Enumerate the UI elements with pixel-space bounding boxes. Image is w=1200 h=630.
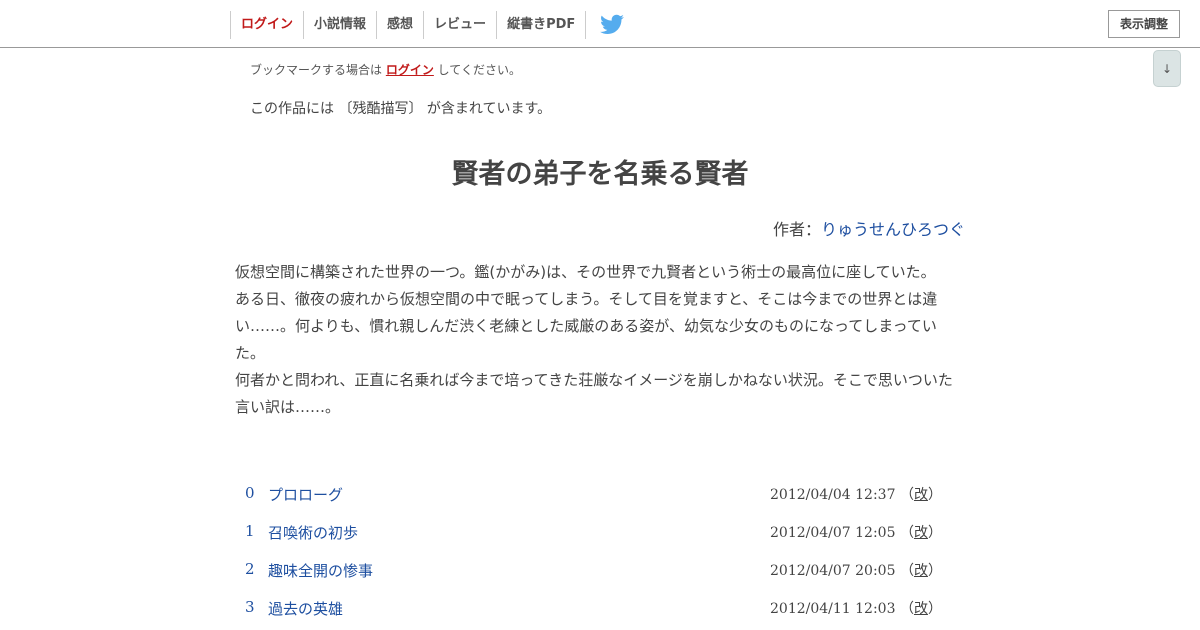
chapter-number: 1 [245,522,255,540]
summary-paragraph: ある日、徹夜の疲れから仮想空間の中で眠ってしまう。そして目を覚ますと、そこは今ま… [235,290,938,362]
bookmark-login-link[interactable]: ログイン [386,63,434,77]
display-settings-button[interactable]: 表示調整 [1108,10,1180,38]
chapter-row: 1 召喚術の初歩 2012/04/07 12:05 （改） [235,512,965,550]
chapter-title-link[interactable]: 召喚術の初歩 [268,522,358,543]
chapter-number: 3 [245,598,255,616]
chapter-row: 0 プロローグ 2012/04/04 12:37 （改） [235,474,965,512]
chapter-revised-link[interactable]: 改 [914,525,928,541]
summary-paragraph: 何者かと問われ、正直に名乗れば今まで培ってきた荘厳なイメージを崩しかねない状況。… [235,371,953,416]
author-link[interactable]: りゅうせんひろつぐ [821,220,965,239]
chapter-title-link[interactable]: 過去の英雄 [268,598,343,619]
chapter-revised-link[interactable]: 改 [914,601,928,617]
chapter-title-link[interactable]: 趣味全開の惨事 [268,560,373,581]
chapter-date: 2012/04/07 12:05 （改） [770,525,942,541]
nav-vertical-pdf-link[interactable]: 縦書きPDF [496,11,587,39]
chapter-list: 0 プロローグ 2012/04/04 12:37 （改） 1 召喚術の初歩 20… [235,474,965,626]
novel-title: 賢者の弟子を名乗る賢者 [451,159,749,190]
top-navigation: ログイン 小説情報 感想 レビュー 縦書きPDF 表示調整 [0,0,1200,48]
nav-items: ログイン 小説情報 感想 レビュー 縦書きPDF [230,11,587,39]
content-warning: この作品には 〔残酷描写〕 が含まれています。 [250,101,552,117]
author-line: 作者：りゅうせんひろつぐ [773,216,965,240]
author-label: 作者： [772,220,821,239]
nav-impressions-link[interactable]: 感想 [376,11,423,39]
chapter-date-text: 2012/04/04 12:37 [770,487,896,503]
chapter-date-text: 2012/04/07 20:05 [770,563,896,579]
bookmark-note-before: ブックマークする場合は [250,63,386,77]
novel-summary: 仮想空間に構築された世界の一つ。鑑(かがみ)は、その世界で九賢者という術士の最高… [235,259,965,421]
bookmark-note: ブックマークする場合は ログイン してください。 [250,61,521,78]
nav-review-link[interactable]: レビュー [423,11,496,39]
chapter-date-text: 2012/04/11 12:03 [770,601,896,617]
chapter-title-link[interactable]: プロローグ [268,484,343,505]
summary-paragraph: 仮想空間に構築された世界の一つ。鑑(かがみ)は、その世界で九賢者という術士の最高… [235,263,936,281]
chapter-date: 2012/04/07 20:05 （改） [770,563,942,579]
chapter-date: 2012/04/04 12:37 （改） [770,487,942,503]
chapter-number: 0 [245,484,255,502]
chapter-date-text: 2012/04/07 12:05 [770,525,896,541]
nav-novel-info-link[interactable]: 小説情報 [303,11,376,39]
twitter-bird-icon[interactable] [598,12,626,38]
chapter-number: 2 [245,560,255,578]
chapter-row: 2 趣味全開の惨事 2012/04/07 20:05 （改） [235,550,965,588]
scroll-down-button[interactable]: ↓ [1153,50,1181,87]
chapter-date: 2012/04/11 12:03 （改） [770,601,942,617]
chapter-row: 3 過去の英雄 2012/04/11 12:03 （改） [235,588,965,626]
bookmark-note-after: してください。 [433,63,521,77]
nav-login-link[interactable]: ログイン [230,11,303,39]
chapter-revised-link[interactable]: 改 [914,487,928,503]
chapter-revised-link[interactable]: 改 [914,563,928,579]
